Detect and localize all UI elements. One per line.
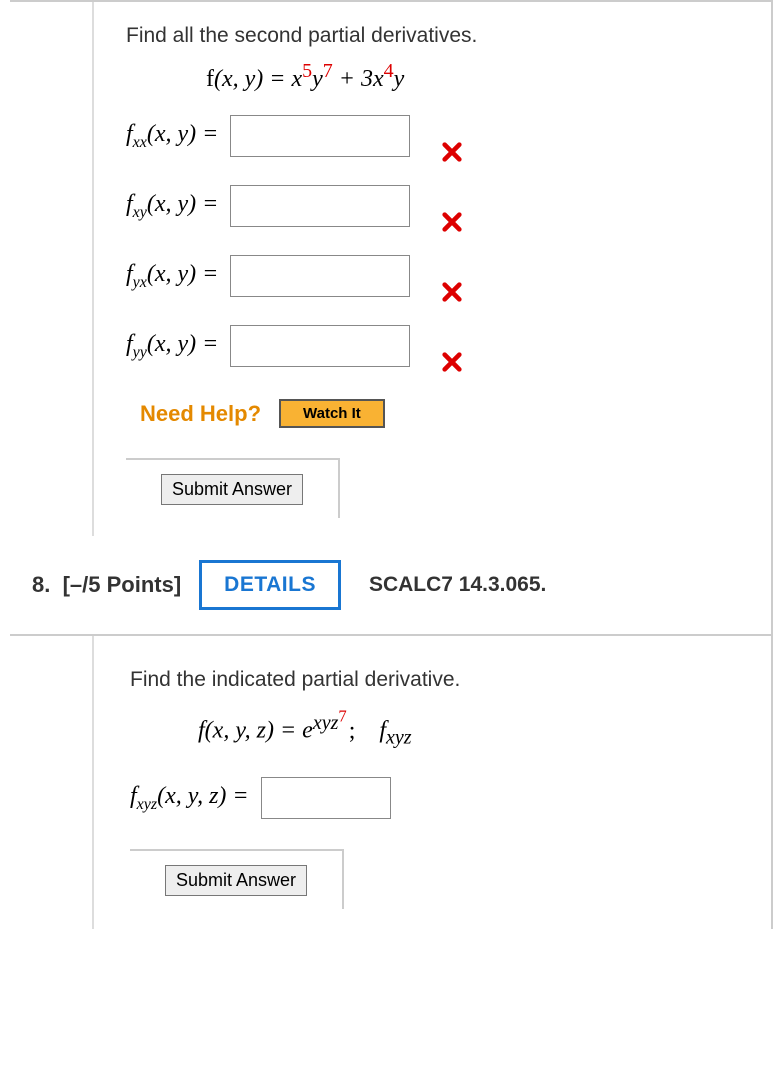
wrong-icon: [441, 351, 463, 378]
q1-row-fyx: fyx(x, y) =: [126, 255, 753, 297]
q1-prompt: Find all the second partial derivatives.: [126, 24, 753, 48]
need-help-label: Need Help?: [140, 401, 261, 427]
watch-it-button[interactable]: Watch It: [279, 399, 385, 428]
question-2-header: 8. [–/5 Points] DETAILS SCALC7 14.3.065.: [10, 536, 771, 636]
q2-row-fxyz: fxyz(x, y, z) =: [130, 777, 753, 819]
q1-row-fxy: fxy(x, y) =: [126, 185, 753, 227]
q1-row-fyy: fyy(x, y) =: [126, 325, 753, 367]
q2-formula: f(x, y, z) = exyz7; fxyz: [198, 706, 753, 749]
q1-row-fxx: fxx(x, y) =: [126, 115, 753, 157]
q1-input-fyx[interactable]: [230, 255, 410, 297]
q2-number: 8. [–/5 Points]: [32, 572, 181, 598]
q2-points: [–/5 Points]: [63, 572, 182, 597]
page-container: Find all the second partial derivatives.…: [10, 0, 773, 929]
q2-prompt: Find the indicated partial derivative.: [130, 668, 753, 692]
q2-input-fxyz[interactable]: [261, 777, 391, 819]
q1-input-fyy[interactable]: [230, 325, 410, 367]
wrong-icon: [441, 281, 463, 308]
q1-label-fyy: fyy(x, y) =: [126, 331, 218, 362]
q2-source: SCALC7 14.3.065.: [369, 573, 546, 597]
details-button[interactable]: DETAILS: [199, 560, 341, 610]
wrong-icon: [441, 211, 463, 238]
need-help-row: Need Help? Watch It: [140, 399, 753, 428]
q1-input-fxx[interactable]: [230, 115, 410, 157]
question-2-body: Find the indicated partial derivative. f…: [92, 636, 771, 929]
q1-label-fxy: fxy(x, y) =: [126, 191, 218, 222]
submit-answer-button[interactable]: Submit Answer: [165, 865, 307, 896]
wrong-icon: [441, 141, 463, 168]
q1-label-fxx: fxx(x, y) =: [126, 121, 218, 152]
q2-num-text: 8.: [32, 572, 50, 597]
q1-label-fyx: fyx(x, y) =: [126, 261, 218, 292]
question-1-body: Find all the second partial derivatives.…: [92, 2, 771, 536]
q1-footer: Submit Answer: [126, 458, 753, 536]
q2-label-fxyz: fxyz(x, y, z) =: [130, 783, 249, 814]
submit-container: Submit Answer: [126, 458, 340, 518]
submit-container: Submit Answer: [130, 849, 344, 909]
q1-formula: f(x, y) = x5y7 + 3x4y: [206, 60, 753, 93]
q1-input-fxy[interactable]: [230, 185, 410, 227]
submit-answer-button[interactable]: Submit Answer: [161, 474, 303, 505]
